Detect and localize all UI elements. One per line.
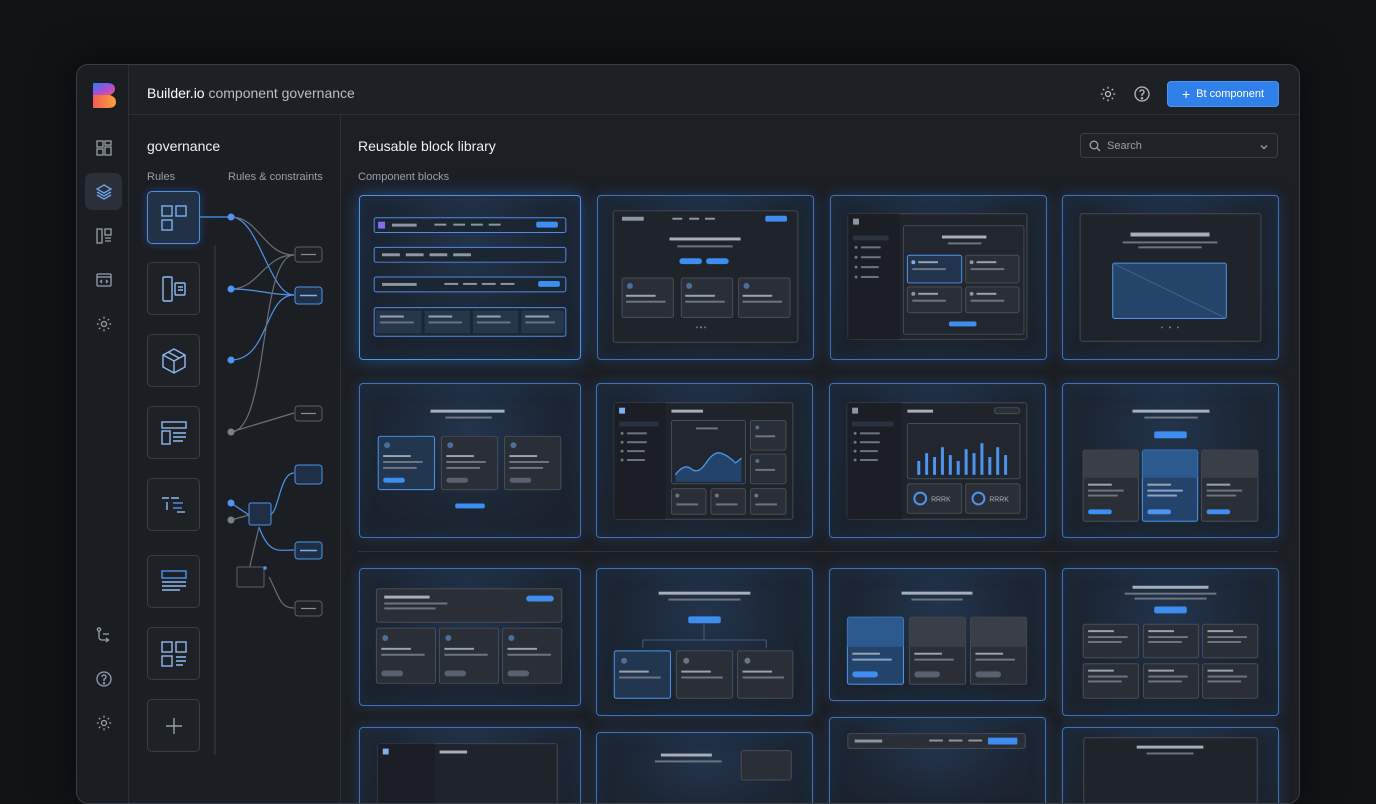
- block-preview: [655, 750, 792, 781]
- rail-code[interactable]: [85, 261, 122, 298]
- block-preview: [1082, 409, 1259, 522]
- icon-rail: [77, 65, 129, 803]
- rule-node-5: [227, 499, 235, 507]
- add-rule-button[interactable]: [147, 699, 200, 752]
- stat-label-1: RRRK: [931, 496, 951, 503]
- rule-node-4: [227, 428, 235, 436]
- rules-column-label: Rules: [147, 171, 176, 183]
- list-structure-icon: [161, 496, 185, 513]
- stat-label-2: RRRK: [989, 496, 1009, 503]
- workflow-icon: [96, 626, 110, 643]
- block-preview: [1079, 213, 1262, 342]
- text-block-icon: [160, 420, 187, 445]
- app-title-rest: component governance: [204, 85, 355, 101]
- add-component-button[interactable]: + Bt component: [1167, 81, 1279, 107]
- search-box[interactable]: [1080, 133, 1278, 158]
- gear-icon: [96, 715, 111, 730]
- block-card-pricing[interactable]: [1062, 383, 1279, 538]
- block-preview: RRRK RRRK: [846, 402, 1028, 520]
- help-icon[interactable]: [1133, 85, 1151, 103]
- add-component-label: Bt component: [1196, 88, 1265, 100]
- layout-split-icon: [161, 275, 186, 302]
- block-preview: [375, 588, 563, 684]
- plus-icon: [165, 717, 182, 734]
- components-icon: [95, 227, 112, 244]
- block-card-row4-4[interactable]: [1062, 727, 1279, 803]
- constraint-nodes[interactable]: [236, 246, 323, 617]
- constraints-column-label: Rules & constraints: [228, 171, 323, 183]
- code-window-icon: [95, 272, 112, 287]
- layers-icon: [95, 183, 112, 200]
- search-icon: [1089, 140, 1101, 152]
- block-card-row4-3[interactable]: [829, 717, 1046, 803]
- block-card-tree-cards[interactable]: [596, 568, 813, 716]
- library-title: Reusable block library: [358, 138, 496, 154]
- grid-list-icon: [160, 640, 187, 667]
- rule-tile-cube[interactable]: [147, 334, 200, 387]
- rule-node-6: [227, 516, 235, 524]
- block-preview: [373, 217, 567, 337]
- block-preview: [377, 409, 562, 509]
- block-card-dashboard-bars[interactable]: RRRK RRRK: [829, 383, 1046, 538]
- block-card-grid-six[interactable]: [1062, 568, 1279, 716]
- block-card-feature-cards[interactable]: [359, 383, 581, 538]
- help-icon: [95, 670, 112, 687]
- block-preview: [612, 210, 799, 343]
- rail-components[interactable]: [85, 217, 122, 254]
- rule-tile-gridlist[interactable]: [147, 627, 200, 680]
- plus-icon: +: [1181, 86, 1191, 102]
- block-card-row4-2[interactable]: [596, 732, 813, 803]
- section-label: Component blocks: [358, 171, 450, 183]
- block-card-dashboard-line[interactable]: [596, 383, 813, 538]
- app-window: Builder.io component governance + Bt comp…: [76, 64, 1300, 804]
- block-preview: [613, 402, 794, 520]
- rail-help[interactable]: [85, 660, 122, 697]
- block-preview: [1082, 585, 1259, 699]
- brand-name: Builder.io: [147, 85, 205, 101]
- search-input[interactable]: [1107, 137, 1257, 155]
- panel-title: governance: [147, 138, 221, 154]
- block-preview: [846, 591, 1028, 685]
- block-library: Reusable block library Component blocks: [341, 115, 1299, 803]
- block-preview: [847, 213, 1028, 340]
- rule-node-2: [227, 285, 235, 293]
- rail-dashboard[interactable]: [85, 129, 122, 166]
- rail-layers[interactable]: [85, 173, 122, 210]
- rule-tile-grid[interactable]: [147, 191, 200, 244]
- governance-panel: governance Rules Rules & constraints: [129, 115, 341, 803]
- rule-node-3: [227, 356, 235, 364]
- block-card-hero-image[interactable]: [1062, 195, 1279, 360]
- block-preview: [613, 591, 794, 699]
- rule-tile-document[interactable]: [147, 555, 200, 608]
- rule-tile-text[interactable]: [147, 406, 200, 459]
- app-title: Builder.io component governance: [147, 85, 355, 101]
- rail-settings-bottom[interactable]: [85, 704, 122, 741]
- block-card-landing[interactable]: [597, 195, 814, 360]
- block-card-image-cards[interactable]: [829, 568, 1046, 701]
- top-bar: Builder.io component governance + Bt comp…: [129, 65, 1299, 115]
- chevron-down-icon[interactable]: [1259, 142, 1269, 152]
- block-card-list-cards[interactable]: [359, 568, 581, 706]
- rule-tile-structure[interactable]: [147, 478, 200, 531]
- cube-icon: [161, 347, 186, 374]
- block-card-nav-rows[interactable]: [359, 195, 581, 360]
- block-card-sidebar-grid[interactable]: [830, 195, 1047, 360]
- block-preview: [847, 733, 1026, 749]
- rule-tile-split[interactable]: [147, 262, 200, 315]
- gear-icon[interactable]: [1099, 85, 1117, 103]
- rail-workflow[interactable]: [85, 616, 122, 653]
- rail-settings[interactable]: [85, 305, 122, 342]
- document-icon: [160, 569, 187, 591]
- block-preview: [1083, 737, 1258, 803]
- block-preview: [377, 743, 558, 803]
- grid-icon: [160, 204, 187, 231]
- gear-icon: [96, 316, 111, 331]
- builder-logo[interactable]: [91, 81, 117, 109]
- block-card-row4-1[interactable]: [359, 727, 581, 803]
- dashboard-icon: [95, 139, 112, 156]
- rule-node-1: [227, 213, 235, 221]
- section-divider: [358, 551, 1278, 552]
